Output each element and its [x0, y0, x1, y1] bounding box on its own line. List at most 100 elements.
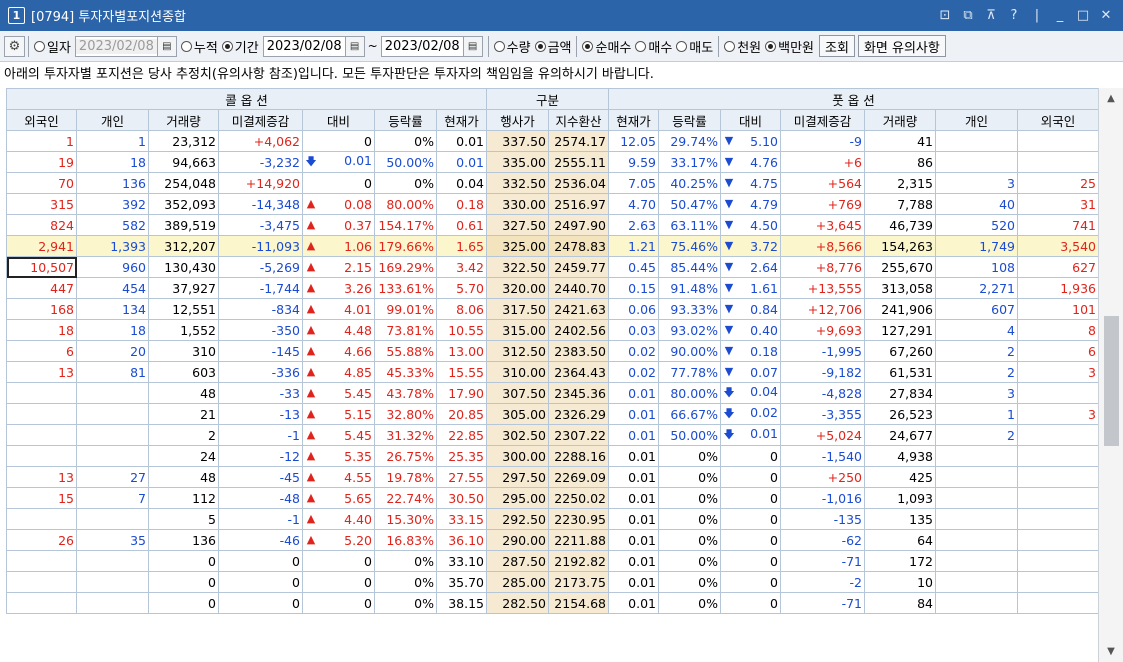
- table-cell-c-chg[interactable]: ▲ 5.45: [302, 424, 375, 446]
- table-cell-idx[interactable]: 2345.36: [548, 382, 609, 404]
- table-cell-c-vol[interactable]: 254,048: [148, 172, 219, 194]
- table-cell-idx[interactable]: 2173.75: [548, 571, 609, 593]
- table-cell-c-rate[interactable]: 73.81%: [374, 319, 437, 341]
- calendar-icon[interactable]: ▤: [344, 36, 364, 56]
- table-cell-p-rate[interactable]: 80.00%: [658, 382, 721, 404]
- table-cell-idx[interactable]: 2250.02: [548, 487, 609, 509]
- table-row[interactable]: 48 -33 ▲ 5.45 43.78% 17.90 307.50 2345.36 0.01 80…: [6, 382, 1099, 404]
- table-cell-p-vol[interactable]: 2,315: [864, 172, 936, 194]
- column-header[interactable]: 행사가: [486, 109, 549, 131]
- table-cell-c-oi[interactable]: -336: [218, 361, 303, 383]
- table-row[interactable]: 70 136 254,048 +14,920 0 0% 0.04 332.50 2536.04 7…: [6, 172, 1099, 194]
- table-cell-p-px[interactable]: 0.01: [608, 592, 659, 614]
- table-cell-p-for[interactable]: 3,540: [1017, 235, 1099, 257]
- table-cell-p-oi[interactable]: -4,828: [780, 382, 865, 404]
- table-cell-c-vol[interactable]: 2: [148, 424, 219, 446]
- radio-daily-dot[interactable]: [34, 40, 45, 52]
- table-cell-c-chg[interactable]: ▲ 5.45: [302, 382, 375, 404]
- table-cell-c-ind[interactable]: 1: [76, 130, 149, 152]
- table-cell-c-for[interactable]: [6, 508, 77, 530]
- table-cell-p-oi[interactable]: -71: [780, 592, 865, 614]
- table-cell-c-chg[interactable]: 0: [302, 130, 375, 152]
- table-cell-idx[interactable]: 2211.88: [548, 529, 609, 551]
- table-cell-c-for[interactable]: 2,941: [6, 235, 77, 257]
- table-cell-c-oi[interactable]: -145: [218, 340, 303, 362]
- table-cell-c-chg[interactable]: ▲ 4.85: [302, 361, 375, 383]
- table-cell-p-for[interactable]: 8: [1017, 319, 1099, 341]
- radio-thousand-won-dot[interactable]: [724, 40, 736, 52]
- table-cell-idx[interactable]: 2536.04: [548, 172, 609, 194]
- table-cell-c-oi[interactable]: -46: [218, 529, 303, 551]
- table-cell-c-ind[interactable]: 1,393: [76, 235, 149, 257]
- table-cell-c-rate[interactable]: 169.29%: [374, 256, 437, 278]
- table-cell-p-px[interactable]: 0.01: [608, 550, 659, 572]
- table-cell-strike[interactable]: 305.00: [486, 403, 549, 425]
- table-cell-p-oi[interactable]: +564: [780, 172, 865, 194]
- table-cell-p-rate[interactable]: 29.74%: [658, 130, 721, 152]
- table-cell-c-rate[interactable]: 31.32%: [374, 424, 437, 446]
- table-cell-p-oi[interactable]: +250: [780, 466, 865, 488]
- table-cell-p-chg[interactable]: ▼ 0.07: [720, 361, 781, 383]
- table-cell-strike[interactable]: 337.50: [486, 130, 549, 152]
- table-cell-p-rate[interactable]: 90.00%: [658, 340, 721, 362]
- table-cell-p-chg[interactable]: 0: [720, 592, 781, 614]
- table-cell-p-vol[interactable]: 41: [864, 130, 936, 152]
- table-cell-strike[interactable]: 335.00: [486, 151, 549, 173]
- table-cell-c-chg[interactable]: ▲ 5.15: [302, 403, 375, 425]
- table-cell-p-rate[interactable]: 91.48%: [658, 277, 721, 299]
- column-header[interactable]: 대비: [302, 109, 375, 131]
- table-cell-p-rate[interactable]: 0%: [658, 592, 721, 614]
- table-cell-idx[interactable]: 2269.09: [548, 466, 609, 488]
- table-cell-p-for[interactable]: [1017, 508, 1099, 530]
- table-row[interactable]: 18 18 1,552 -350 ▲ 4.48 73.81% 10.55 315.00 2402.…: [6, 319, 1099, 341]
- table-cell-c-vol[interactable]: 312,207: [148, 235, 219, 257]
- table-cell-c-ind[interactable]: 136: [76, 172, 149, 194]
- column-header[interactable]: 등락률: [374, 109, 437, 131]
- column-header[interactable]: 외국인: [6, 109, 77, 131]
- table-cell-p-chg[interactable]: 0: [720, 487, 781, 509]
- table-cell-strike[interactable]: 325.00: [486, 235, 549, 257]
- table-cell-c-px[interactable]: 13.00: [436, 340, 487, 362]
- table-cell-c-for[interactable]: [6, 571, 77, 593]
- table-cell-c-for[interactable]: [6, 550, 77, 572]
- table-cell-c-rate[interactable]: 179.66%: [374, 235, 437, 257]
- table-cell-c-vol[interactable]: 23,312: [148, 130, 219, 152]
- table-cell-c-chg[interactable]: ▲ 4.40: [302, 508, 375, 530]
- table-cell-p-rate[interactable]: 33.17%: [658, 151, 721, 173]
- table-cell-p-vol[interactable]: 86: [864, 151, 936, 173]
- table-cell-strike[interactable]: 330.00: [486, 193, 549, 215]
- table-cell-strike[interactable]: 285.00: [486, 571, 549, 593]
- radio-quantity[interactable]: 수량: [493, 37, 531, 56]
- table-cell-p-px[interactable]: 0.45: [608, 256, 659, 278]
- period-to-field[interactable]: 2023/02/08 ▤: [380, 35, 483, 57]
- screen-notes-button[interactable]: 화면 유의사항: [857, 35, 946, 57]
- table-cell-p-vol[interactable]: 127,291: [864, 319, 936, 341]
- table-cell-c-vol[interactable]: 603: [148, 361, 219, 383]
- table-cell-c-px[interactable]: 30.50: [436, 487, 487, 509]
- table-cell-c-rate[interactable]: 0%: [374, 571, 437, 593]
- table-cell-c-for[interactable]: 19: [6, 151, 77, 173]
- table-cell-p-oi[interactable]: +9,693: [780, 319, 865, 341]
- radio-daily[interactable]: 일자: [34, 37, 71, 56]
- table-cell-c-rate[interactable]: 50.00%: [374, 151, 437, 173]
- table-cell-p-for[interactable]: 3: [1017, 403, 1099, 425]
- table-cell-p-ind[interactable]: 4: [935, 319, 1018, 341]
- scroll-up-icon[interactable]: ▲: [1099, 88, 1123, 109]
- radio-amount[interactable]: 금액: [534, 37, 571, 56]
- radio-period-dot[interactable]: [221, 40, 233, 52]
- table-cell-c-rate[interactable]: 45.33%: [374, 361, 437, 383]
- table-cell-p-vol[interactable]: 26,523: [864, 403, 936, 425]
- table-cell-c-for[interactable]: 15: [6, 487, 77, 509]
- table-cell-c-oi[interactable]: -350: [218, 319, 303, 341]
- table-cell-c-oi[interactable]: +14,920: [218, 172, 303, 194]
- table-cell-p-chg[interactable]: ▼ 4.75: [720, 172, 781, 194]
- table-cell-c-oi[interactable]: -33: [218, 382, 303, 404]
- scroll-thumb[interactable]: [1104, 316, 1119, 446]
- table-cell-p-rate[interactable]: 0%: [658, 487, 721, 509]
- radio-amount-dot[interactable]: [534, 40, 546, 52]
- table-cell-c-chg[interactable]: 0: [302, 592, 375, 614]
- table-cell-p-for[interactable]: 101: [1017, 298, 1099, 320]
- table-cell-c-vol[interactable]: 1,552: [148, 319, 219, 341]
- radio-million-won[interactable]: 백만원: [765, 37, 814, 56]
- table-cell-c-oi[interactable]: -11,093: [218, 235, 303, 257]
